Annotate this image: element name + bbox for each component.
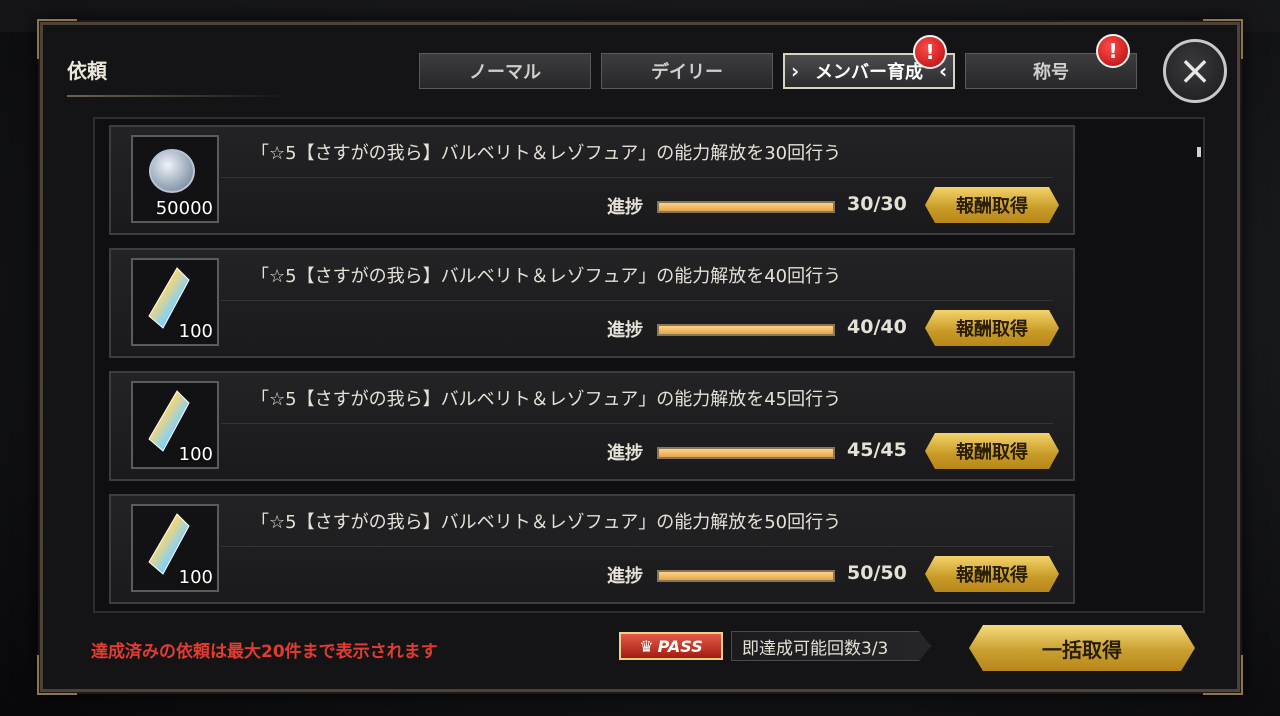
divider — [221, 423, 1053, 424]
quest-description: 「☆5【さすがの我ら】バルベリト＆レゾフュア」の能力解放を45回行う — [251, 389, 842, 410]
claim-reward-button[interactable]: 報酬取得 — [925, 556, 1059, 592]
reward-icon: 100 — [131, 381, 219, 469]
progress-count: 50/50 — [847, 562, 907, 584]
quest-item: 100 「☆5【さすがの我ら】バルベリト＆レゾフュア」の能力解放を40回行う 進… — [109, 248, 1075, 358]
pass-info: ♛ PASS 即達成可能回数3/3 — [619, 631, 931, 661]
quest-item: 50000 「☆5【さすがの我ら】バルベリト＆レゾフュア」の能力解放を30回行う… — [109, 125, 1075, 235]
progress-fill — [659, 203, 833, 211]
progress-fill — [659, 326, 833, 334]
tab-bar: ノーマル デイリー メンバー育成 ! 称号 ! — [419, 34, 1137, 89]
progress-bar — [657, 570, 835, 582]
progress-fill — [659, 449, 833, 457]
reward-amount: 100 — [178, 444, 213, 465]
progress-bar — [657, 324, 835, 336]
alert-badge-icon: ! — [1096, 34, 1130, 68]
progress-fill — [659, 572, 833, 580]
quest-description: 「☆5【さすがの我ら】バルベリト＆レゾフュア」の能力解放を40回行う — [251, 266, 842, 287]
progress-label: 進捗 — [607, 443, 643, 464]
tab-daily[interactable]: デイリー — [601, 53, 773, 89]
pass-label: PASS — [657, 636, 703, 656]
progress-label: 進捗 — [607, 320, 643, 341]
tab-label: メンバー育成 — [815, 62, 923, 83]
corner-ornament — [37, 19, 77, 59]
divider — [221, 546, 1053, 547]
progress-bar — [657, 447, 835, 459]
tab-member-training[interactable]: メンバー育成 ! — [783, 35, 955, 89]
corner-ornament — [1203, 655, 1243, 695]
tab-normal[interactable]: ノーマル — [419, 53, 591, 89]
reward-amount: 100 — [178, 567, 213, 588]
progress-bar — [657, 201, 835, 213]
quest-item: 100 「☆5【さすがの我ら】バルベリト＆レゾフュア」の能力解放を50回行う 進… — [109, 494, 1075, 604]
claim-reward-button[interactable]: 報酬取得 — [925, 187, 1059, 223]
quest-item: 100 「☆5【さすがの我ら】バルベリト＆レゾフュア」の能力解放を45回行う 進… — [109, 371, 1075, 481]
scrollbar[interactable] — [1197, 147, 1201, 157]
pass-badge: ♛ PASS — [619, 632, 723, 660]
corner-ornament — [37, 655, 77, 695]
title-ornament — [67, 95, 287, 97]
progress-label: 進捗 — [607, 566, 643, 587]
instant-complete-count: 即達成可能回数3/3 — [731, 631, 931, 661]
divider — [221, 177, 1053, 178]
tab-title[interactable]: 称号 ! — [965, 34, 1137, 89]
tab-label: デイリー — [651, 62, 723, 83]
progress-count: 45/45 — [847, 439, 907, 461]
display-limit-note: 達成済みの依頼は最大20件まで表示されます — [91, 642, 438, 662]
tab-label: 称号 — [1033, 62, 1069, 83]
dialog-title: 依頼 — [67, 59, 107, 83]
reward-amount: 50000 — [155, 198, 213, 219]
close-button[interactable]: × — [1163, 39, 1227, 103]
reward-icon: 50000 — [131, 135, 219, 223]
divider — [221, 300, 1053, 301]
bulk-claim-button[interactable]: 一括取得 — [969, 625, 1195, 671]
progress-count: 30/30 — [847, 193, 907, 215]
quest-dialog: 依頼 ノーマル デイリー メンバー育成 ! 称号 ! × 50000 「☆5【さ… — [37, 19, 1243, 695]
quest-description: 「☆5【さすがの我ら】バルベリト＆レゾフュア」の能力解放を30回行う — [251, 143, 842, 164]
tab-label: ノーマル — [469, 62, 541, 83]
progress-count: 40/40 — [847, 316, 907, 338]
crown-icon: ♛ — [639, 636, 654, 656]
progress-label: 進捗 — [607, 197, 643, 218]
reward-icon: 100 — [131, 504, 219, 592]
quest-description: 「☆5【さすがの我ら】バルベリト＆レゾフュア」の能力解放を50回行う — [251, 512, 842, 533]
silver-coin-icon — [149, 149, 195, 193]
reward-icon: 100 — [131, 258, 219, 346]
reward-amount: 100 — [178, 321, 213, 342]
claim-reward-button[interactable]: 報酬取得 — [925, 310, 1059, 346]
alert-badge-icon: ! — [913, 35, 947, 69]
claim-reward-button[interactable]: 報酬取得 — [925, 433, 1059, 469]
